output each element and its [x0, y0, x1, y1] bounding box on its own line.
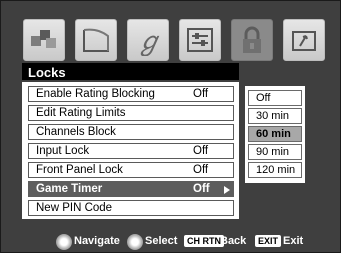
menu-item-channels-block[interactable]: Channels Block	[28, 124, 234, 140]
settings-menu-icon[interactable]	[179, 19, 221, 61]
menu-item-edit-rating-limits[interactable]: Edit Rating Limits	[28, 105, 234, 121]
menu-item-label: Enable Rating Blocking	[36, 88, 155, 100]
option-label: 60 min	[256, 128, 291, 140]
menu-item-label: Channels Block	[36, 126, 116, 138]
back-hint: Back	[220, 235, 247, 247]
picture-menu-icon[interactable]	[23, 19, 65, 61]
option-30-min[interactable]: 30 min	[248, 108, 302, 124]
select-button-icon	[127, 234, 143, 250]
menu-item-label: Edit Rating Limits	[36, 107, 126, 119]
menu-item-label: Front Panel Lock	[36, 164, 123, 176]
menu-item-label: New PIN Code	[36, 202, 113, 214]
menu-item-label: Game Timer	[36, 183, 103, 195]
menu-item-value: Off	[193, 88, 209, 100]
menu-item-input-lock[interactable]: Input Lock Off	[28, 143, 234, 159]
option-off[interactable]: Off	[248, 90, 302, 106]
menu-frame: ℊ Locks Enable Rating Blocking Off Edit …	[0, 0, 341, 253]
option-90-min[interactable]: 90 min	[248, 144, 302, 160]
ch-rtn-key-icon: CH RTN	[184, 235, 224, 247]
tv-menu-screen: ℊ Locks Enable Rating Blocking Off Edit …	[0, 0, 344, 254]
select-hint: Select	[145, 235, 178, 247]
applications-menu-icon[interactable]	[283, 19, 325, 61]
menu-item-front-panel-lock[interactable]: Front Panel Lock Off	[28, 162, 234, 178]
locks-menu: Enable Rating Blocking Off Edit Rating L…	[22, 82, 239, 219]
svg-text:ℊ: ℊ	[136, 27, 162, 56]
locks-menu-icon[interactable]	[231, 19, 273, 61]
navigation-hint-bar: Navigate Select CH RTN Back EXIT Exit	[1, 231, 341, 253]
option-label: 30 min	[256, 110, 290, 122]
option-label: 120 min	[256, 164, 296, 176]
menu-item-label: Input Lock	[36, 145, 90, 157]
navigate-hint: Navigate	[74, 235, 120, 247]
menu-item-enable-rating-blocking[interactable]: Enable Rating Blocking Off	[28, 86, 234, 102]
chevron-right-icon	[224, 186, 230, 194]
page-title: Locks	[28, 65, 66, 80]
option-120-min[interactable]: 120 min	[248, 162, 302, 178]
menu-item-game-timer[interactable]: Game Timer Off	[28, 181, 234, 197]
menu-item-value: Off	[193, 145, 209, 157]
menu-title-bar: Locks	[22, 63, 239, 80]
audio-menu-icon[interactable]: ℊ	[127, 19, 169, 61]
menu-item-value: Off	[193, 183, 210, 195]
menu-icon-bar: ℊ	[23, 19, 327, 69]
exit-key-icon: EXIT	[255, 235, 282, 247]
game-timer-options: Off 30 min 60 min 90 min 120 min	[245, 86, 305, 183]
exit-hint: Exit	[283, 235, 304, 247]
option-60-min[interactable]: 60 min	[248, 126, 302, 142]
screen-menu-icon[interactable]	[75, 19, 117, 61]
dpad-icon	[56, 234, 72, 250]
menu-item-new-pin-code[interactable]: New PIN Code	[28, 200, 234, 216]
option-label: Off	[256, 92, 271, 104]
menu-item-value: Off	[193, 164, 209, 176]
option-label: 90 min	[256, 146, 290, 158]
